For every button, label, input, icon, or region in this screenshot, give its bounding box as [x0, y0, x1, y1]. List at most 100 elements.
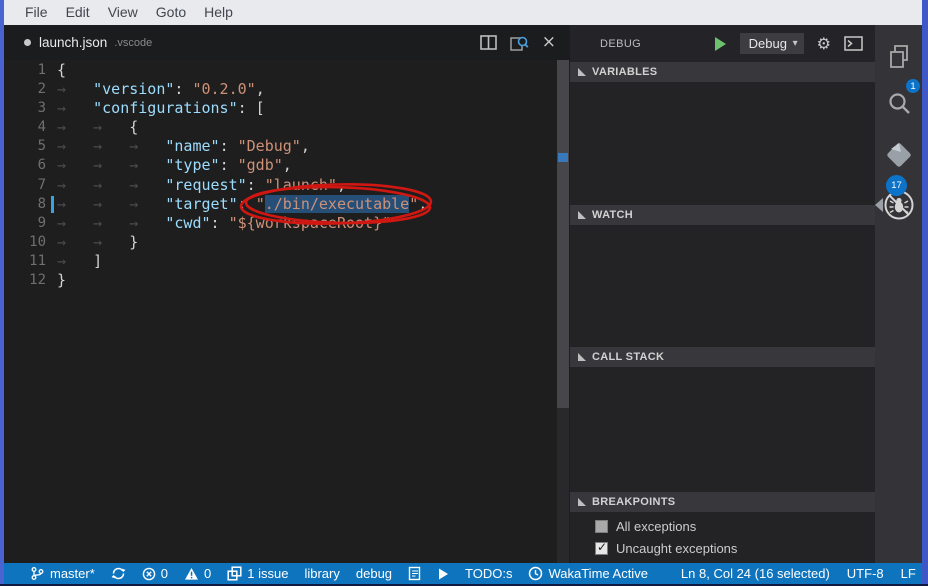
code-lines: 1{2→ "version": "0.2.0",3 → "configuratio… [4, 61, 570, 290]
breakpoint-row[interactable]: All exceptions [570, 515, 875, 537]
code-token: , [337, 176, 346, 194]
code-token: "configurations" [93, 99, 238, 117]
status-debug[interactable]: debug [356, 566, 392, 581]
code-line[interactable]: 10→ → } [4, 233, 570, 252]
code-token: ] [93, 252, 102, 270]
search-icon [885, 90, 913, 123]
code-token: "${workspaceRoot}" [229, 214, 392, 232]
issues-icon [227, 566, 242, 581]
tab-launch-json[interactable]: launch.json .vscode [24, 35, 152, 50]
twistie-icon [578, 498, 586, 506]
line-number: 8 [4, 195, 52, 214]
section-header-breakpoints[interactable]: BREAKPOINTS [570, 492, 875, 512]
code-text: → → → "request": "launch", [57, 176, 346, 195]
clock-status[interactable]: WakaTime Active [528, 566, 647, 581]
play-status[interactable] [437, 567, 449, 581]
debug-sidebar: DEBUG Debug ▾ ⚙ VARIABLES WATCH CALL STA… [570, 25, 875, 563]
warning-triangle-status[interactable]: 0 [184, 566, 211, 581]
menu-view[interactable]: View [99, 0, 147, 25]
badge-files: 1 [906, 79, 920, 93]
notebook-status[interactable] [408, 566, 421, 581]
debug-config-dropdown[interactable]: Debug ▾ [740, 33, 804, 54]
section-header-watch[interactable]: WATCH [570, 205, 875, 225]
tab-bar: launch.json .vscode × [4, 25, 570, 60]
code-line[interactable]: 2→ "version": "0.2.0", [4, 80, 570, 99]
code-text: → "configurations": [ [57, 99, 265, 118]
code-token: : [174, 80, 192, 98]
sync-icon [111, 566, 126, 581]
activity-files-icon[interactable] [875, 43, 922, 76]
code-line[interactable]: 9→ → → "cwd": "${workspaceRoot}" [4, 214, 570, 233]
git-branch-status[interactable]: master* [30, 566, 95, 581]
code-line[interactable]: 8 → → → "target": "./bin/executable", [4, 195, 570, 214]
status-ln-8-col-24-16-selected-[interactable]: Ln 8, Col 24 (16 selected) [681, 566, 830, 581]
line-number: 9 [4, 214, 52, 233]
code-token: , [301, 137, 310, 155]
twistie-icon [578, 211, 586, 219]
start-debug-button[interactable] [715, 37, 726, 51]
code-line[interactable]: 1{ [4, 61, 570, 80]
open-preview-icon[interactable] [510, 35, 529, 51]
split-editor-icon[interactable] [480, 35, 497, 50]
code-line[interactable]: 7→ → → "request": "launch", [4, 176, 570, 195]
scrollbar-thumb[interactable] [557, 60, 569, 408]
code-text: → → } [57, 233, 138, 252]
status-label: debug [356, 566, 392, 581]
code-line[interactable]: 6→ → → "type": "gdb", [4, 156, 570, 175]
status-library[interactable]: library [304, 566, 339, 581]
status-utf-8[interactable]: UTF-8 [847, 566, 884, 581]
menu-file[interactable]: File [16, 0, 57, 25]
code-token: : [211, 214, 229, 232]
close-tab-icon[interactable]: × [542, 34, 556, 51]
issues-status[interactable]: 1 issue [227, 566, 288, 581]
badge-git: 17 [886, 175, 907, 196]
editor-scrollbar[interactable] [557, 60, 569, 563]
section-header-variables[interactable]: VARIABLES [570, 62, 875, 82]
window-border-left [0, 0, 4, 586]
code-line[interactable]: 3 → "configurations": [ [4, 99, 570, 118]
code-text: → → → "target": "./bin/executable", [57, 195, 427, 214]
breakpoint-label: Uncaught exceptions [616, 541, 737, 556]
status-todo-s[interactable]: TODO:s [465, 566, 512, 581]
activity-bar: 1 17 [875, 25, 922, 563]
status-label: Ln 8, Col 24 (16 selected) [681, 566, 830, 581]
code-line[interactable]: 11→ ] [4, 252, 570, 271]
code-token: : [247, 176, 265, 194]
line-number: 11 [4, 252, 52, 271]
menu-help[interactable]: Help [195, 0, 242, 25]
code-token: → → → [57, 214, 165, 232]
debug-config-value: Debug [749, 36, 787, 51]
code-token: , [283, 156, 292, 174]
line-number: 3 [4, 99, 52, 118]
section-header-call-stack[interactable]: CALL STACK [570, 347, 875, 367]
code-token: "type" [165, 156, 219, 174]
checkbox[interactable] [595, 520, 608, 533]
code-editor[interactable]: 1{2→ "version": "0.2.0",3 → "configuratio… [4, 60, 570, 563]
activity-search-icon[interactable] [875, 90, 922, 123]
code-token: → [57, 80, 93, 98]
git-branch-icon [30, 566, 45, 581]
error-circle-status[interactable]: 0 [142, 566, 168, 581]
code-line[interactable]: 5→ → → "name": "Debug", [4, 137, 570, 156]
status-label: master* [50, 566, 95, 581]
line-number: 6 [4, 156, 52, 175]
breakpoint-row[interactable]: Uncaught exceptions [570, 537, 875, 559]
code-text: → → → "name": "Debug", [57, 137, 310, 156]
code-line[interactable]: 12} [4, 271, 570, 290]
status-label: TODO:s [465, 566, 512, 581]
debug-console-icon[interactable] [844, 36, 863, 51]
code-line[interactable]: 4→ → { [4, 118, 570, 137]
checkbox[interactable] [595, 542, 608, 555]
code-text: → "version": "0.2.0", [57, 80, 265, 99]
activity-git-icon[interactable] [875, 138, 922, 177]
tab-filename: launch.json [39, 35, 107, 50]
menu-goto[interactable]: Goto [147, 0, 195, 25]
menu-edit[interactable]: Edit [57, 0, 99, 25]
code-token: " [409, 195, 418, 213]
status-label: WakaTime Active [548, 566, 647, 581]
status-lf[interactable]: LF [901, 566, 916, 581]
gear-icon[interactable]: ⚙ [817, 36, 831, 52]
chevron-down-icon: ▾ [793, 38, 798, 49]
code-token: } [57, 271, 66, 289]
sync-status[interactable] [111, 566, 126, 581]
